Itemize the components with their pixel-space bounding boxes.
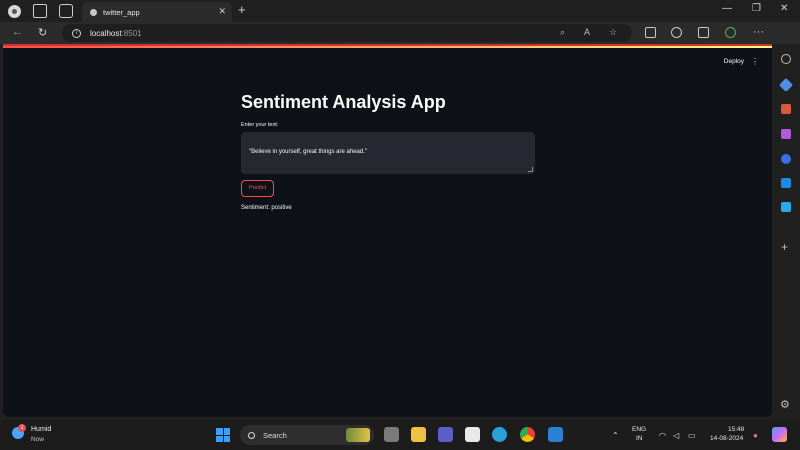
task-view-icon[interactable] <box>384 427 399 442</box>
weather-subtitle: Now <box>31 436 45 443</box>
weather-title[interactable]: Humid <box>31 426 51 433</box>
refresh-icon[interactable]: ↻ <box>38 26 47 39</box>
file-explorer-icon[interactable] <box>411 427 426 442</box>
streamlit-header-decoration <box>3 46 772 48</box>
browser-essentials-icon[interactable] <box>725 27 736 38</box>
browser-tab[interactable]: twitter_app ✕ <box>82 2 232 22</box>
page-title: Sentiment Analysis App <box>241 92 446 112</box>
add-sidebar-app-icon[interactable]: + <box>781 240 788 254</box>
clock-date: 14-08-2024 <box>710 435 744 442</box>
favorite-star-icon[interactable]: ☆ <box>609 27 617 38</box>
copilot-icon[interactable] <box>781 154 791 164</box>
deploy-button[interactable]: Deploy <box>724 58 744 65</box>
outlook-icon[interactable] <box>781 178 791 188</box>
microsoft-store-icon[interactable] <box>465 427 480 442</box>
browser-toolbar: ← ↻ i localhost:8501 ⌕ A ☆ ··· <box>0 22 800 44</box>
minimize-icon[interactable]: — <box>722 3 732 14</box>
copilot-taskbar-icon[interactable] <box>772 427 787 442</box>
more-options-icon[interactable]: ··· <box>753 26 764 38</box>
new-tab-button[interactable]: + <box>238 2 246 17</box>
streamlit-page: Deploy ⋮ Sentiment Analysis App Enter yo… <box>3 44 772 417</box>
tools-icon[interactable] <box>781 104 791 114</box>
profile-avatar-icon[interactable] <box>8 4 21 18</box>
language-region: IN <box>636 435 643 442</box>
edge-sidebar: + ⚙ <box>772 44 800 417</box>
main-content: Sentiment Analysis App Enter your text: … <box>241 92 535 211</box>
tab-close-icon[interactable]: ✕ <box>218 6 226 17</box>
tab-actions-icon[interactable] <box>59 4 73 18</box>
back-icon[interactable]: ← <box>12 26 23 38</box>
windows-taskbar: 1 Humid Now Search ⌃ ENG IN ◠ ◁ ▭ 15:48 … <box>0 420 800 450</box>
search-highlight-icon <box>346 428 370 442</box>
url-port: :8501 <box>121 28 142 38</box>
predict-button[interactable]: Predict <box>241 180 275 197</box>
favorites-icon[interactable] <box>671 27 682 38</box>
battery-icon[interactable]: ▭ <box>688 431 696 440</box>
search-icon[interactable] <box>781 54 791 64</box>
tag-icon[interactable] <box>778 77 794 93</box>
site-info-icon[interactable]: i <box>72 28 81 38</box>
sidebar-settings-icon[interactable]: ⚙ <box>780 398 790 411</box>
read-aloud-icon[interactable]: A <box>584 27 590 37</box>
tab-favicon-icon <box>90 8 97 16</box>
restore-icon[interactable]: ❐ <box>752 3 761 14</box>
text-input-label: Enter your text: <box>241 122 279 128</box>
weather-badge: 1 <box>18 424 26 432</box>
teams-icon[interactable] <box>438 427 453 442</box>
volume-icon[interactable]: ◁ <box>673 431 679 440</box>
text-input-value: "Believe in yourself, great things are a… <box>249 149 367 155</box>
taskbar-search-icon <box>248 431 255 439</box>
wifi-icon[interactable]: ◠ <box>659 431 666 440</box>
start-button[interactable] <box>216 428 230 442</box>
show-hidden-icons[interactable]: ⌃ <box>612 431 619 440</box>
main-menu-icon[interactable]: ⋮ <box>751 57 759 66</box>
address-bar[interactable]: i localhost:8501 ⌕ A ☆ <box>62 24 632 42</box>
edge-taskbar-icon[interactable] <box>492 427 507 442</box>
url-host: localhost <box>90 28 122 38</box>
tab-title: twitter_app <box>103 7 140 17</box>
games-icon[interactable] <box>781 129 791 139</box>
notification-bell-icon[interactable]: ● <box>753 431 758 440</box>
resize-handle-icon[interactable] <box>528 167 533 172</box>
split-screen-icon[interactable] <box>645 27 656 38</box>
close-window-icon[interactable]: ✕ <box>780 3 788 14</box>
chrome-icon[interactable] <box>520 427 535 442</box>
text-input-area[interactable]: "Believe in yourself, great things are a… <box>241 132 535 174</box>
send-icon[interactable] <box>781 202 791 212</box>
clock-time[interactable]: 15:48 <box>728 426 744 433</box>
workspaces-icon[interactable] <box>33 4 47 18</box>
sentiment-result: Sentiment: positive <box>241 205 292 211</box>
taskbar-search[interactable]: Search <box>240 425 374 445</box>
taskbar-search-placeholder: Search <box>263 430 287 440</box>
language-code[interactable]: ENG <box>632 426 646 433</box>
collections-icon[interactable] <box>698 27 709 38</box>
zoom-icon[interactable]: ⌕ <box>560 27 565 38</box>
vscode-icon[interactable] <box>548 427 563 442</box>
